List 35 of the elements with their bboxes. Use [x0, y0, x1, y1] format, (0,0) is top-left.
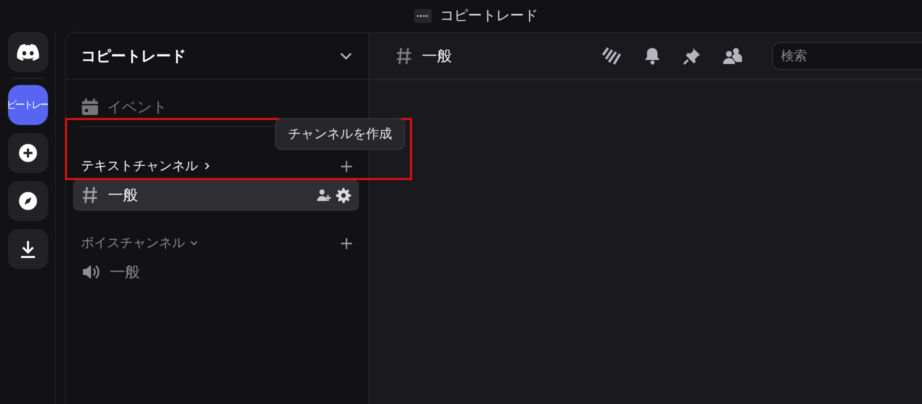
add-channel-icon[interactable] — [341, 160, 352, 172]
speaker-icon — [82, 264, 100, 280]
home-button[interactable] — [8, 32, 48, 72]
channel-title: 一般 — [422, 46, 453, 66]
window-title: コピートレード — [440, 7, 538, 25]
settings-icon — [336, 188, 351, 202]
calendar-icon — [81, 98, 99, 116]
members-icon[interactable] — [723, 47, 742, 65]
pin-icon[interactable] — [683, 47, 701, 65]
chevron-icon — [190, 239, 198, 247]
discover-button[interactable] — [8, 181, 48, 221]
category-header[interactable]: ボイスチャンネル — [81, 234, 198, 252]
channel-item[interactable]: 一般 — [73, 256, 359, 288]
add-channel-icon[interactable] — [341, 238, 352, 248]
hash-icon — [396, 47, 412, 65]
download-icon — [18, 240, 36, 258]
server-button[interactable]: ピートレー — [8, 85, 48, 125]
add-user-icon — [317, 188, 331, 202]
add-server-button[interactable] — [8, 133, 48, 173]
bell-icon[interactable] — [644, 47, 661, 65]
server-icon — [414, 9, 432, 23]
controller-icon — [16, 44, 38, 60]
server-name: コピートレード — [81, 46, 186, 66]
chevron-down-icon — [340, 52, 352, 60]
compass-icon — [18, 192, 36, 210]
tooltip: チャンネルを作成 — [275, 118, 405, 150]
events-link[interactable]: イベント — [107, 98, 167, 116]
hash-icon — [82, 186, 98, 204]
search-field[interactable]: 検索 — [772, 42, 922, 70]
download-button[interactable] — [8, 229, 48, 269]
plus-icon — [18, 144, 36, 162]
chevron-icon — [203, 162, 211, 170]
threads-icon[interactable] — [602, 47, 622, 65]
channel-item[interactable]: 一般 — [73, 179, 359, 211]
category-header[interactable]: テキストチャンネル — [81, 157, 211, 175]
